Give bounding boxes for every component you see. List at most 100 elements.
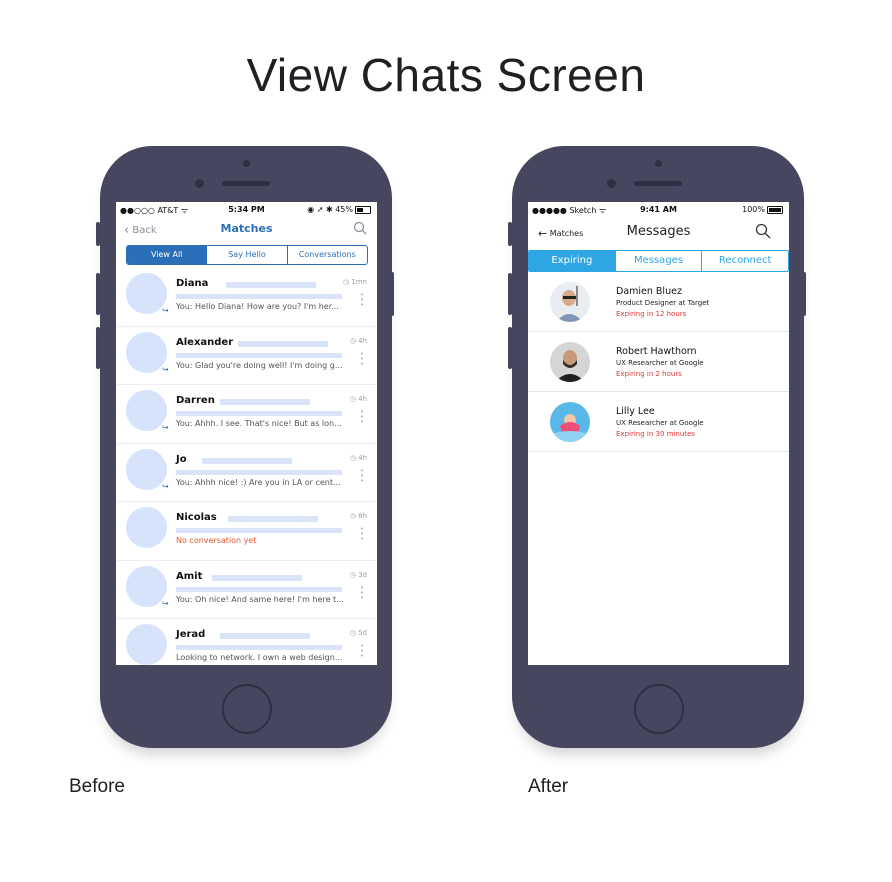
subtitle-placeholder-bar: [176, 411, 342, 416]
subtitle-placeholder-bar: [176, 528, 342, 533]
more-options-icon[interactable]: • • •: [360, 292, 364, 309]
chat-row[interactable]: ↪ Diana You: Hello Diana! How are you? I'm…: [116, 268, 377, 327]
chat-preview: You: Oh nice! And same here! I'm here t.…: [176, 594, 344, 604]
status-right: 100%: [742, 205, 783, 214]
chat-time-label: 3d: [358, 570, 367, 579]
front-camera: [607, 179, 616, 188]
battery-percent: 100%: [742, 205, 765, 214]
expiry-label: Expiring in 30 minutes: [616, 430, 695, 438]
contact-row[interactable]: Robert Hawthorn UX Researcher at Google Ex…: [528, 332, 789, 392]
clock-icon: ◷: [349, 395, 356, 403]
clock-icon: ◷: [342, 278, 350, 286]
contact-role: UX Researcher at Google: [616, 359, 704, 367]
name-placeholder-bar: [220, 399, 310, 405]
status-bar: ●●●●● Sketch ᯤ 9:41 AM 100%: [528, 202, 789, 216]
home-button[interactable]: [222, 684, 272, 734]
search-icon[interactable]: [353, 221, 367, 239]
chat-row[interactable]: ↪ Amit You: Oh nice! And same here! I'm he…: [116, 561, 377, 619]
earpiece-speaker: [222, 181, 270, 186]
camera: [243, 160, 250, 167]
chat-time-label: 1mn: [351, 278, 367, 286]
chat-name: Amit: [176, 570, 203, 582]
segment-control: View All Say Hello Conversations: [126, 245, 368, 265]
avatar: [126, 273, 167, 314]
chat-name: Jerad: [176, 629, 206, 640]
search-icon[interactable]: [755, 223, 771, 243]
contact-name: Lilly Lee: [616, 406, 655, 417]
more-options-icon[interactable]: • • •: [360, 643, 364, 660]
chat-name: Alexander: [176, 336, 234, 348]
status-bar: ●●○○○ AT&T ᯤ 5:34 PM ◉ ➚ ✱ 45%: [116, 202, 377, 216]
more-options-icon[interactable]: • • •: [360, 350, 364, 367]
name-placeholder-bar: [228, 516, 318, 522]
chat-time: ◷ 8h: [350, 512, 367, 520]
chat-time-label: 4h: [358, 336, 367, 345]
chat-time: ◷ 3d: [350, 571, 367, 579]
nav-bar: ← Matches Messages: [528, 219, 789, 245]
tab-view-all[interactable]: View All: [127, 246, 207, 264]
chat-row[interactable]: Nicolas No conversation yet ◷ 8h • • •: [116, 502, 377, 561]
chat-name: Diana: [176, 278, 209, 289]
avatar: [550, 402, 590, 442]
battery-icon: [355, 205, 371, 214]
contact-role: Product Designer at Target: [616, 299, 710, 307]
segment-control: Expiring Messages Reconnect: [528, 250, 789, 272]
contact-row[interactable]: Damien Bluez Product Designer at Target Ex…: [528, 272, 789, 332]
chat-row[interactable]: ↪ Jo You: Ahhh nice! :) Are you in LA or c…: [116, 444, 377, 502]
clock-icon: ◷: [349, 512, 356, 520]
subtitle-placeholder-bar: [176, 469, 342, 475]
expiry-label: Expiring in 2 hours: [616, 370, 682, 378]
chat-row[interactable]: ↪ Alexander You: Glad you're doing well! I…: [116, 327, 377, 385]
status-right: ◉ ➚ ✱ 45%: [307, 205, 371, 214]
phone-before: ●●○○○ AT&T ᯤ 5:34 PM ◉ ➚ ✱ 45% ‹ Back Ma…: [100, 146, 392, 748]
more-options-icon[interactable]: • • •: [360, 584, 364, 601]
clock-icon: ◷: [349, 570, 356, 579]
more-options-icon[interactable]: • • •: [360, 409, 364, 426]
name-placeholder-bar: [220, 633, 310, 639]
earpiece-speaker: [634, 181, 682, 186]
tab-messages[interactable]: Messages: [614, 251, 702, 271]
clock-icon: ◷: [349, 336, 356, 345]
chat-row[interactable]: Jerad Looking to network. I own a web des…: [116, 619, 377, 665]
reply-icon: ↪: [162, 364, 169, 374]
status-icons: ◉ ➚ ✱ 45%: [307, 205, 353, 214]
contact-list: Damien Bluez Product Designer at Target Ex…: [528, 272, 789, 452]
avatar: [550, 282, 590, 322]
clock-icon: ◷: [349, 629, 356, 637]
battery-icon: [767, 205, 783, 214]
name-placeholder-bar: [238, 340, 328, 347]
name-placeholder-bar: [212, 574, 302, 581]
tab-say-hello[interactable]: Say Hello: [206, 246, 286, 264]
contact-role: UX Researcher at Google: [616, 419, 704, 427]
reply-icon: ↪: [162, 481, 169, 491]
avatar: [126, 390, 167, 431]
reply-icon: ↪: [162, 598, 169, 608]
chat-time-label: 8h: [358, 512, 367, 520]
chat-time-label: 5d: [358, 629, 367, 637]
chat-row[interactable]: ↪ Darren You: Ahhh. I see. That's nice! Bu…: [116, 385, 377, 444]
screen-after: ●●●●● Sketch ᯤ 9:41 AM 100% ← Matches Me…: [528, 202, 789, 665]
subtitle-placeholder-bar: [176, 586, 342, 592]
page-title: View Chats Screen: [246, 49, 646, 101]
chat-time: ◷ 1mn: [343, 278, 367, 286]
clock-icon: ◷: [349, 453, 356, 462]
tab-conversations[interactable]: Conversations: [286, 246, 367, 264]
name-placeholder-bar: [226, 282, 316, 288]
phone-after: ●●●●● Sketch ᯤ 9:41 AM 100% ← Matches Me…: [512, 146, 804, 748]
subtitle-placeholder-bar: [176, 352, 342, 358]
chat-name: Nicolas: [176, 512, 217, 523]
chat-preview: No conversation yet: [176, 536, 257, 545]
more-options-icon[interactable]: • • •: [360, 526, 364, 543]
chat-time: ◷ 4h: [350, 337, 367, 345]
contact-row[interactable]: Lilly Lee UX Researcher at Google Expiring…: [528, 392, 789, 452]
avatar: [126, 624, 167, 665]
tab-reconnect[interactable]: Reconnect: [701, 251, 788, 271]
camera: [655, 160, 662, 167]
chat-time: ◷ 4h: [350, 395, 367, 403]
home-button[interactable]: [634, 684, 684, 734]
chat-preview: You: Ahhh nice! :) Are you in LA or cent…: [176, 477, 341, 487]
tab-expiring[interactable]: Expiring: [529, 251, 615, 271]
chat-name: Jo: [176, 453, 187, 465]
more-options-icon[interactable]: • • •: [360, 467, 364, 484]
chat-time-label: 4h: [358, 395, 367, 403]
